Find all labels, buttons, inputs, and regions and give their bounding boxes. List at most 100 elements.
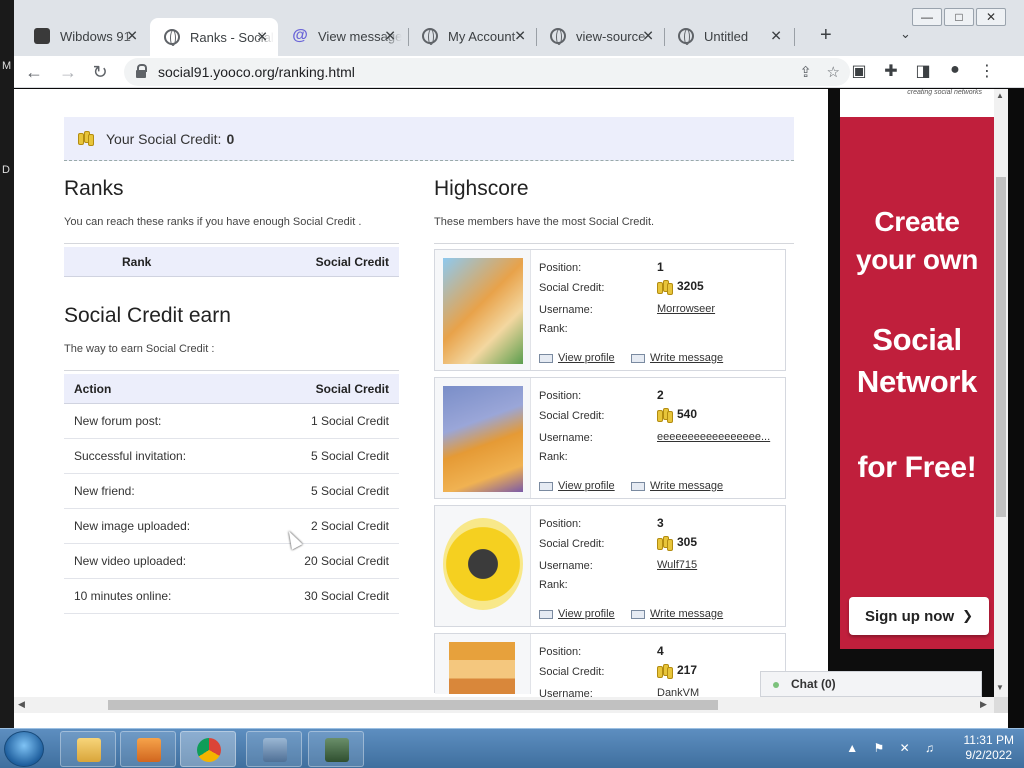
highscore-card: Position: 3 Social Credit: 305 Username:…: [434, 505, 786, 627]
taskbar-chrome[interactable]: [180, 731, 236, 767]
system-tray-icons[interactable]: ▲ ⚑ ✕ ♫: [846, 741, 940, 755]
window-controls: — □ ✕: [912, 8, 1006, 26]
browser-toolbar: ← → ↻ social91.yooco.org/ranking.html ⇪ …: [14, 56, 1024, 88]
tab-ranks[interactable]: Ranks - Social ✕: [150, 18, 278, 56]
bookmark-star-icon[interactable]: ☆: [827, 63, 840, 81]
tab-strip: — □ ✕ Wibdows 91 ✕ Ranks - Social ✕ @ Vi…: [14, 0, 1024, 56]
taskbar-terminal[interactable]: [308, 731, 364, 767]
username-link[interactable]: DankVM: [657, 687, 699, 697]
credit-value: 0: [226, 130, 235, 147]
close-icon[interactable]: ✕: [256, 29, 268, 46]
username-link[interactable]: Morrowseer: [657, 303, 715, 315]
view-profile-link[interactable]: View profile: [558, 480, 615, 492]
scroll-up-icon[interactable]: ▲: [996, 91, 1004, 100]
globe-icon: [678, 28, 694, 45]
kebab-menu-icon[interactable]: ⋮: [976, 61, 998, 81]
taskbar-media[interactable]: [120, 731, 176, 767]
ad-headline: Create: [874, 206, 960, 237]
col-rank: Rank: [122, 254, 152, 269]
globe-icon: [422, 28, 438, 45]
tab-my-account[interactable]: My Account ✕: [408, 20, 536, 52]
ad-banner[interactable]: creating social networks Create your own…: [840, 89, 994, 649]
close-button[interactable]: ✕: [976, 8, 1006, 26]
view-profile-link[interactable]: View profile: [558, 608, 615, 620]
action-cell: Successful invitation:: [74, 449, 187, 463]
online-status-icon: [773, 682, 779, 688]
credit-label: Social Credit:: [539, 410, 605, 422]
credit-label: Social Credit:: [539, 666, 605, 678]
share-icon[interactable]: ⇪: [799, 63, 812, 81]
username-label: Username:: [539, 432, 593, 444]
profile-avatar-icon[interactable]: ●: [944, 61, 966, 79]
tab-untitled[interactable]: Untitled ✕: [664, 20, 792, 52]
close-icon[interactable]: ✕: [126, 28, 138, 45]
url-text[interactable]: social91.yooco.org/ranking.html: [158, 64, 355, 80]
sidebar-icon[interactable]: ◨: [912, 61, 934, 81]
envelope-icon: [631, 354, 645, 363]
write-message-link[interactable]: Write message: [650, 608, 723, 620]
ad-tagline: creating social networks: [907, 89, 982, 96]
credit-label: Social Credit:: [539, 282, 605, 294]
ad-logo-strip: creating social networks: [840, 89, 994, 117]
tab-wibdows[interactable]: Wibdows 91 ✕: [20, 20, 148, 52]
vertical-scrollbar[interactable]: ▲ ▼: [994, 89, 1008, 697]
divider: [434, 243, 794, 244]
sign-up-button[interactable]: Sign up now ❯: [849, 597, 989, 635]
write-message-link[interactable]: Write message: [650, 480, 723, 492]
start-button[interactable]: [4, 731, 44, 767]
avatar[interactable]: [435, 634, 531, 694]
scroll-left-icon[interactable]: ◀: [18, 699, 25, 710]
scroll-down-icon[interactable]: ▼: [996, 683, 1004, 692]
avatar[interactable]: [435, 378, 531, 498]
close-icon[interactable]: ✕: [384, 28, 396, 45]
coins-icon: [657, 279, 673, 295]
highscore-subtitle: These members have the most Social Credi…: [434, 216, 655, 228]
reload-button[interactable]: ↻: [88, 60, 112, 84]
chat-bar[interactable]: Chat (0): [760, 671, 982, 697]
username-link[interactable]: eeeeeeeeeeeeeeeee...: [657, 431, 770, 443]
avatar[interactable]: [435, 250, 531, 370]
forward-button[interactable]: →: [56, 60, 80, 84]
clock[interactable]: 11:31 PM 9/2/2022: [964, 733, 1014, 763]
avatar[interactable]: [435, 506, 531, 626]
username-label: Username:: [539, 304, 593, 316]
address-bar[interactable]: social91.yooco.org/ranking.html ⇪ ☆: [124, 58, 850, 86]
maximize-button[interactable]: □: [944, 8, 974, 26]
earn-table: Action Social Credit New forum post: 1 So…: [64, 374, 399, 614]
ranks-table: Rank Social Credit: [64, 247, 399, 277]
puzzle-icon[interactable]: ✚: [880, 61, 902, 81]
envelope-icon: [631, 610, 645, 619]
scroll-right-icon[interactable]: ▶: [980, 699, 987, 710]
tab-view-source[interactable]: view-source ✕: [536, 20, 664, 52]
credit-cell: 1 Social Credit: [310, 414, 389, 428]
table-row: New video uploaded: 20 Social Credit: [64, 544, 399, 579]
col-credit: Social Credit: [315, 254, 389, 269]
back-button[interactable]: ←: [22, 60, 46, 84]
close-icon[interactable]: ✕: [514, 28, 526, 45]
horizontal-scrollbar[interactable]: ◀ ▶: [14, 697, 994, 713]
divider: [64, 370, 399, 371]
extension-icon[interactable]: ▣: [848, 61, 870, 81]
taskbar-explorer[interactable]: [60, 731, 116, 767]
media-player-icon: [137, 738, 161, 762]
username-label: Username:: [539, 688, 593, 697]
taskbar-network[interactable]: [246, 731, 302, 767]
web-viewport: Your Social Credit: 0 Ranks You can reac…: [14, 89, 1008, 697]
close-icon[interactable]: ✕: [770, 28, 782, 45]
tab-search-chevron-icon[interactable]: ⌄: [900, 26, 911, 42]
tab-view-message[interactable]: @ View message ✕: [278, 20, 406, 52]
credit-cell: 20 Social Credit: [304, 554, 389, 568]
username-link[interactable]: Wulf715: [657, 559, 697, 571]
minimize-button[interactable]: —: [912, 8, 942, 26]
highscore-card: Position: 1 Social Credit: 3205 Username…: [434, 249, 786, 371]
credit-value-wrap: 540: [657, 407, 697, 423]
close-icon[interactable]: ✕: [642, 28, 654, 45]
lock-icon[interactable]: [136, 64, 147, 78]
scroll-thumb[interactable]: [996, 177, 1006, 517]
table-row: New forum post: 1 Social Credit: [64, 404, 399, 439]
view-profile-link[interactable]: View profile: [558, 352, 615, 364]
write-message-link[interactable]: Write message: [650, 352, 723, 364]
scroll-thumb[interactable]: [108, 700, 718, 710]
profile-card-icon: [539, 610, 553, 619]
new-tab-button[interactable]: +: [820, 24, 832, 47]
